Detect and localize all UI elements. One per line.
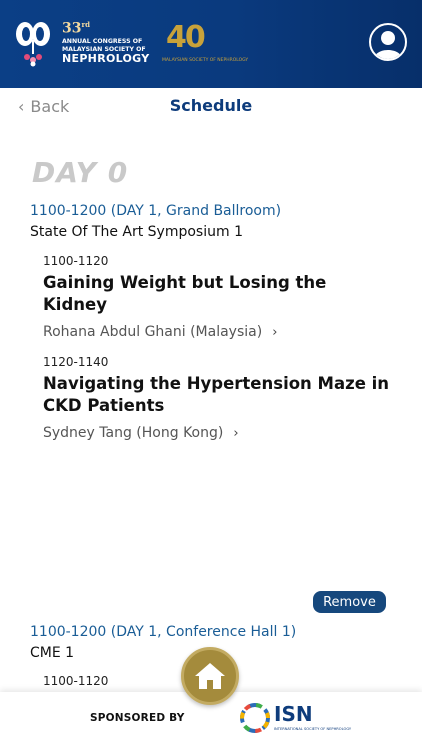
session-time: 1100-1200 (DAY 1, Conference Hall 1) xyxy=(30,624,297,640)
isn-logo: ISN INTERNATIONAL SOCIETY OF NEPHROLOGY xyxy=(238,701,351,737)
user-circle-icon xyxy=(374,31,402,59)
talk-item[interactable]: 1100-1120 Gaining Weight but Losing the … xyxy=(43,254,393,340)
anniversary-sub: MALAYSIAN SOCIETY OF NEPHROLOGY xyxy=(162,58,249,63)
congress-line1: ANNUAL CONGRESS OF xyxy=(62,38,143,45)
sponsored-label: SPONSORED BY xyxy=(90,712,185,724)
anniversary-logo: 40 MALAYSIAN SOCIETY OF NEPHROLOGY xyxy=(162,20,248,68)
speaker-link[interactable]: Rohana Abdul Ghani (Malaysia) › xyxy=(43,324,393,340)
app-header: 33rd ANNUAL CONGRESS OF MALAYSIAN SOCIET… xyxy=(0,0,422,88)
anniversary-number: 40 xyxy=(166,20,206,55)
sponsor-name: ISN xyxy=(274,702,313,726)
home-button[interactable] xyxy=(181,647,239,705)
congress-number: 33 xyxy=(62,20,82,37)
session-name: CME 1 xyxy=(30,645,75,661)
speaker-link[interactable]: Sydney Tang (Hong Kong) › xyxy=(43,425,393,441)
chevron-right-icon: › xyxy=(233,425,239,441)
session-time: 1100-1200 (DAY 1, Grand Ballroom) xyxy=(30,203,282,219)
congress-suffix: rd xyxy=(81,20,91,29)
day-label: DAY 0 xyxy=(32,156,129,189)
session-name: State Of The Art Symposium 1 xyxy=(30,224,243,240)
talk-time: 1120-1140 xyxy=(43,355,109,369)
home-icon xyxy=(195,663,225,689)
talk-time: 1100-1120 xyxy=(43,254,109,268)
kidney-logo-icon xyxy=(16,22,50,67)
chevron-right-icon: › xyxy=(272,324,278,340)
remove-button[interactable]: Remove xyxy=(313,591,386,613)
talk-title: Gaining Weight but Losing the Kidney xyxy=(43,273,327,314)
isn-swirl-icon xyxy=(240,703,270,733)
page-title: Schedule xyxy=(169,96,253,115)
speaker-name: Sydney Tang (Hong Kong) xyxy=(43,425,224,441)
congress-line3: NEPHROLOGY xyxy=(62,52,150,65)
talk-title: Navigating the Hypertension Maze in CKD … xyxy=(43,374,390,415)
sponsor-sub: INTERNATIONAL SOCIETY OF NEPHROLOGY xyxy=(274,727,352,731)
speaker-name: Rohana Abdul Ghani (Malaysia) xyxy=(43,324,263,340)
talk-item[interactable]: 1120-1140 Navigating the Hypertension Ma… xyxy=(43,355,393,441)
profile-button[interactable] xyxy=(369,23,407,61)
